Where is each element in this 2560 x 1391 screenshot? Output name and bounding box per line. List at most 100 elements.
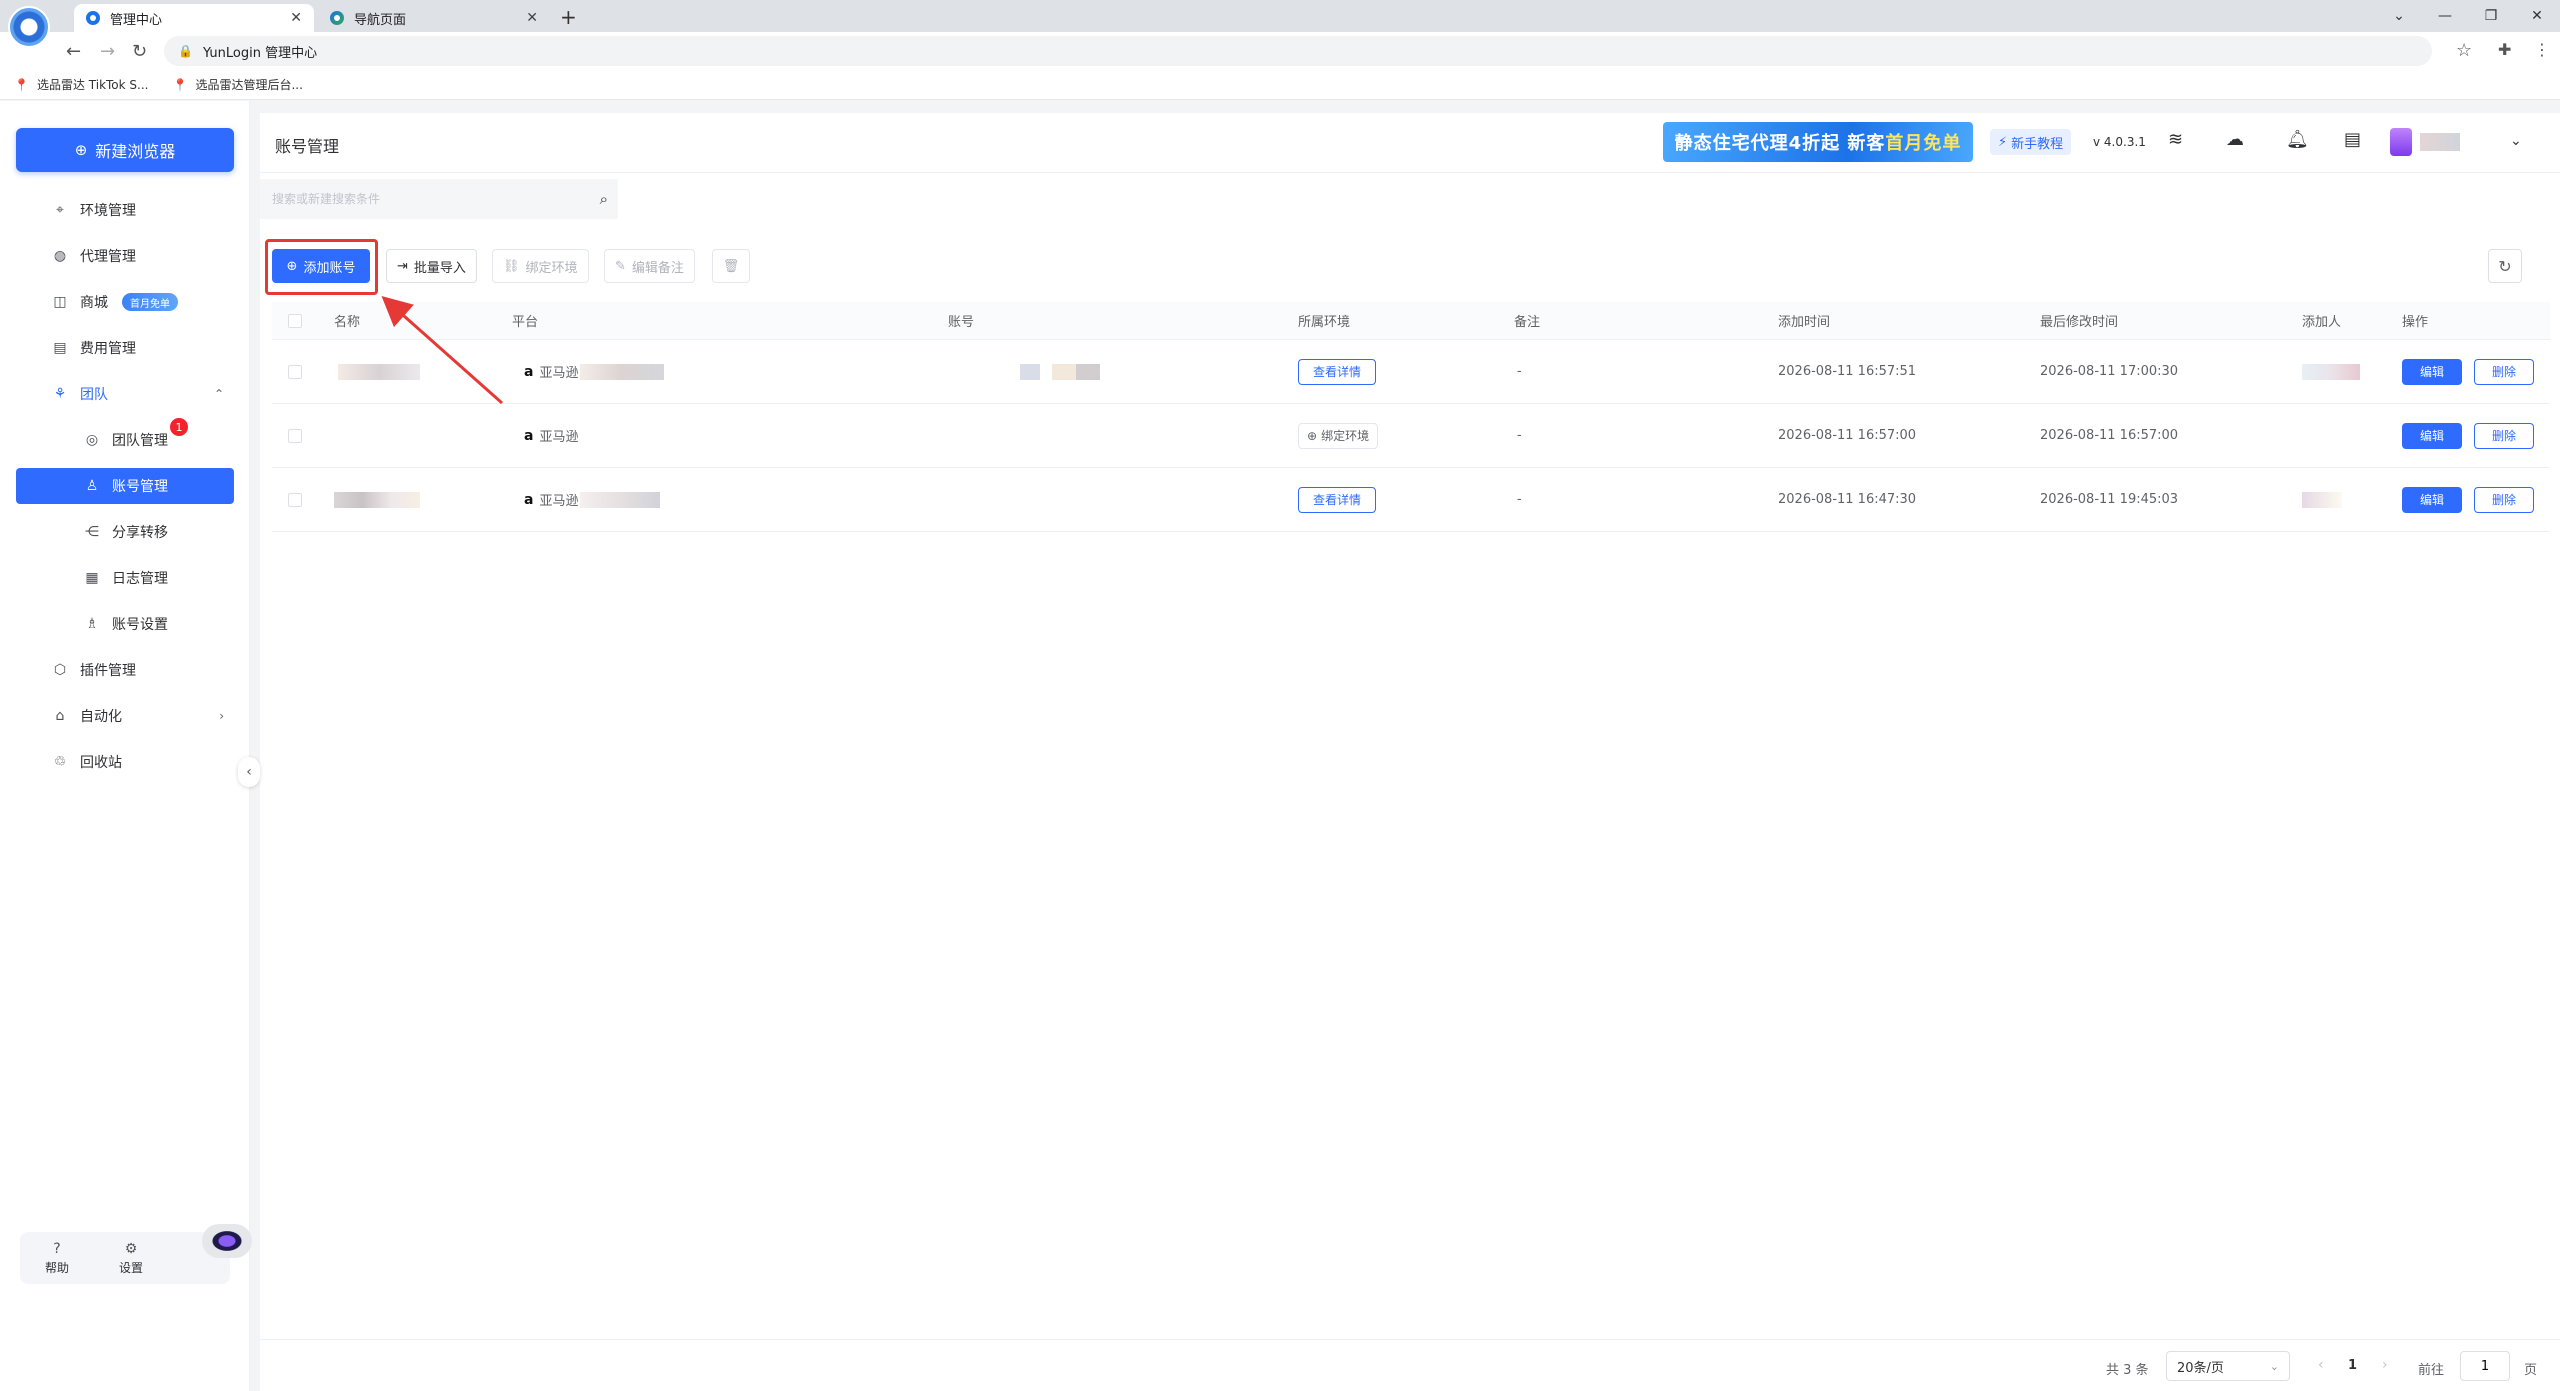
minimize-icon[interactable]: — — [2422, 0, 2468, 32]
view-details-button[interactable]: 查看详情 — [1298, 486, 1377, 513]
amazon-icon: a — [524, 491, 534, 508]
added-time-cell: 2026-08-11 16:57:51 — [1778, 364, 1917, 379]
shop-icon: ◫ — [53, 294, 67, 310]
row-checkbox[interactable] — [288, 428, 302, 443]
bookmark-star-icon[interactable]: ☆ — [2456, 40, 2472, 61]
sidebar-item-proxy[interactable]: ◍ 代理管理 — [16, 238, 234, 274]
prev-page-icon[interactable]: ‹ — [2318, 1357, 2324, 1373]
delete-row-button[interactable]: 删除 — [2474, 358, 2534, 385]
current-page[interactable]: 1 — [2348, 1358, 2357, 1373]
new-browser-button[interactable]: ⊕ 新建浏览器 — [16, 128, 234, 172]
search-input[interactable] — [272, 192, 572, 206]
row-select-cell — [288, 340, 302, 403]
row-checkbox[interactable] — [288, 364, 302, 379]
edit-button[interactable]: 编辑 — [2402, 358, 2462, 385]
delete-row-button[interactable]: 删除 — [2474, 486, 2534, 513]
settings-button[interactable]: ⚙ 设置 — [94, 1241, 168, 1276]
pagination: 共 3 条 20条/页 ⌄ ‹ 1 › 前往 页 — [260, 1339, 2560, 1391]
chevron-up-icon: ⌃ — [213, 387, 224, 401]
globe-icon: ◍ — [53, 248, 67, 264]
wifi-icon[interactable]: ≋ — [2168, 129, 2183, 150]
sidebar-footer: ? 帮助 ⚙ 设置 — [20, 1232, 230, 1284]
edit-button[interactable]: 编辑 — [2402, 422, 2462, 449]
table-row[interactable]: a 亚马逊 ⊕ 绑定环境 - 2026-08-11 16:57:00 2026-… — [272, 404, 2550, 468]
blurred-adder — [2302, 363, 2360, 380]
sidebar-item-share-transfer[interactable]: ⋲ 分享转移 — [16, 514, 234, 550]
refresh-button[interactable]: ↻ — [2488, 249, 2522, 283]
platform-label: 亚马逊 — [539, 494, 579, 509]
bookmark-item[interactable]: 📍 选品雷达管理后台... — [172, 76, 302, 93]
sidebar-item-account-settings[interactable]: ♗ 账号设置 — [16, 606, 234, 642]
assistant-robot-icon[interactable] — [202, 1224, 252, 1258]
extensions-icon[interactable]: ✚ — [2498, 40, 2511, 59]
sidebar-item-team[interactable]: ⚘ 团队 ⌃ — [16, 376, 234, 412]
next-page-icon[interactable]: › — [2382, 1357, 2388, 1373]
edit-note-button[interactable]: ✎ 编辑备注 — [604, 249, 695, 283]
row-checkbox[interactable] — [288, 492, 302, 507]
edit-button[interactable]: 编辑 — [2402, 486, 2462, 513]
sidebar-item-logs[interactable]: ▦ 日志管理 — [16, 560, 234, 596]
sidebar-item-environment[interactable]: ⌖ 环境管理 — [16, 192, 234, 228]
help-button[interactable]: ? 帮助 — [20, 1241, 94, 1276]
accounts-table: 名称 平台 账号 所属环境 备注 添加时间 最后修改时间 添加人 操作 a 亚马… — [272, 302, 2550, 532]
sidebar-item-billing[interactable]: ▤ 费用管理 — [16, 330, 234, 366]
sidebar-item-shop[interactable]: ◫ 商城 首月免单 — [16, 284, 234, 320]
bookmark-item[interactable]: 📍 选品雷达 TikTok S... — [14, 76, 148, 93]
cloud-upload-icon[interactable]: ☁ — [2226, 129, 2244, 150]
forward-icon[interactable]: → — [100, 41, 115, 62]
batch-import-label: 批量导入 — [413, 260, 466, 276]
tab-management-center[interactable]: 管理中心 ✕ — [74, 4, 314, 32]
sidebar-item-label: 日志管理 — [112, 571, 168, 587]
environment-icon: ⌖ — [56, 202, 64, 218]
collapse-sidebar-button[interactable]: ‹ — [238, 757, 260, 787]
add-account-button[interactable]: ⊕ 添加账号 — [272, 249, 370, 283]
url-input[interactable]: 🔒 YunLogin 管理中心 — [164, 36, 2432, 66]
tutorial-button[interactable]: ⚡ 新手教程 — [1990, 129, 2072, 155]
close-tab-icon[interactable]: ✕ — [290, 10, 302, 26]
bookmarks-bar: 📍 选品雷达 TikTok S... 📍 选品雷达管理后台... — [0, 70, 2560, 100]
delete-button[interactable]: 🗑︎ — [712, 249, 750, 283]
chevron-down-icon[interactable]: ⌄ — [2510, 133, 2522, 149]
modified-time-cell: 2026-08-11 19:45:03 — [2040, 492, 2179, 507]
search-icon[interactable]: ⌕ — [600, 190, 608, 208]
sidebar-item-label: 账号管理 — [112, 479, 168, 495]
refresh-icon: ↻ — [2498, 256, 2512, 276]
close-window-icon[interactable]: ✕ — [2514, 0, 2560, 32]
sidebar-item-plugins[interactable]: ⬡ 插件管理 — [16, 652, 234, 688]
bind-environment-row-button[interactable]: ⊕ 绑定环境 — [1298, 422, 1379, 449]
page-size-select[interactable]: 20条/页 ⌄ — [2166, 1351, 2290, 1381]
platform-cell: a 亚马逊 — [524, 404, 578, 467]
task-list-icon[interactable]: ▤ — [2344, 129, 2361, 150]
select-all-checkbox[interactable] — [288, 313, 302, 328]
plus-circle-icon: ⊕ — [74, 141, 88, 159]
reload-icon[interactable]: ↻ — [132, 41, 147, 62]
batch-import-button[interactable]: ⇥ 批量导入 — [386, 249, 477, 283]
account-cell — [1020, 340, 1100, 403]
sidebar: ⊕ 新建浏览器 ⌖ 环境管理 ◍ 代理管理 ◫ 商城 首月免单 ▤ 费用管理 ⚘… — [0, 101, 250, 1391]
new-tab-icon[interactable]: + — [560, 5, 577, 29]
tab-navigation-page[interactable]: 导航页面 ✕ — [318, 4, 550, 32]
bell-icon[interactable]: 🔔︎ — [2286, 129, 2309, 150]
bind-environment-button[interactable]: ⛓ 绑定环境 — [492, 249, 589, 283]
goto-page-input[interactable] — [2460, 1351, 2510, 1381]
close-tab-icon[interactable]: ✕ — [526, 10, 538, 26]
table-row[interactable]: a 亚马逊 查看详情 - 2026-08-11 16:47:30 2026-08… — [272, 468, 2550, 532]
promo-banner[interactable]: 静态住宅代理4折起 新客 首月免单 — [1663, 122, 1973, 162]
billing-icon: ▤ — [53, 340, 67, 356]
goto-label: 前往 — [2418, 1363, 2445, 1378]
back-icon[interactable]: ← — [66, 41, 81, 62]
main-content: 账号管理 静态住宅代理4折起 新客 首月免单 ⚡ 新手教程 v 4.0.3.1 ≋… — [260, 113, 2560, 1391]
restore-icon[interactable]: ❐ — [2468, 0, 2514, 32]
menu-kebab-icon[interactable]: ⋮ — [2534, 40, 2550, 59]
view-details-button[interactable]: 查看详情 — [1298, 358, 1377, 385]
sidebar-item-account-manage[interactable]: ♙ 账号管理 — [16, 468, 234, 504]
tab-search-icon[interactable]: ⌄ — [2376, 0, 2422, 32]
link-icon: ⛓ — [503, 258, 520, 274]
delete-row-button[interactable]: 删除 — [2474, 422, 2534, 449]
sidebar-item-automation[interactable]: ⌂ 自动化 › — [16, 698, 234, 734]
table-row[interactable]: a 亚马逊 查看详情 - 2026-08-11 16:57:51 2026-08… — [272, 340, 2550, 404]
sidebar-item-recycle-bin[interactable]: ♲ 回收站 — [16, 744, 234, 780]
browser-tab-bar: 管理中心 ✕ 导航页面 ✕ + ⌄ — ❐ ✕ — [0, 0, 2560, 32]
sidebar-item-team-manage[interactable]: ◎ 团队管理 1 — [16, 418, 234, 458]
avatar[interactable] — [2390, 128, 2412, 156]
